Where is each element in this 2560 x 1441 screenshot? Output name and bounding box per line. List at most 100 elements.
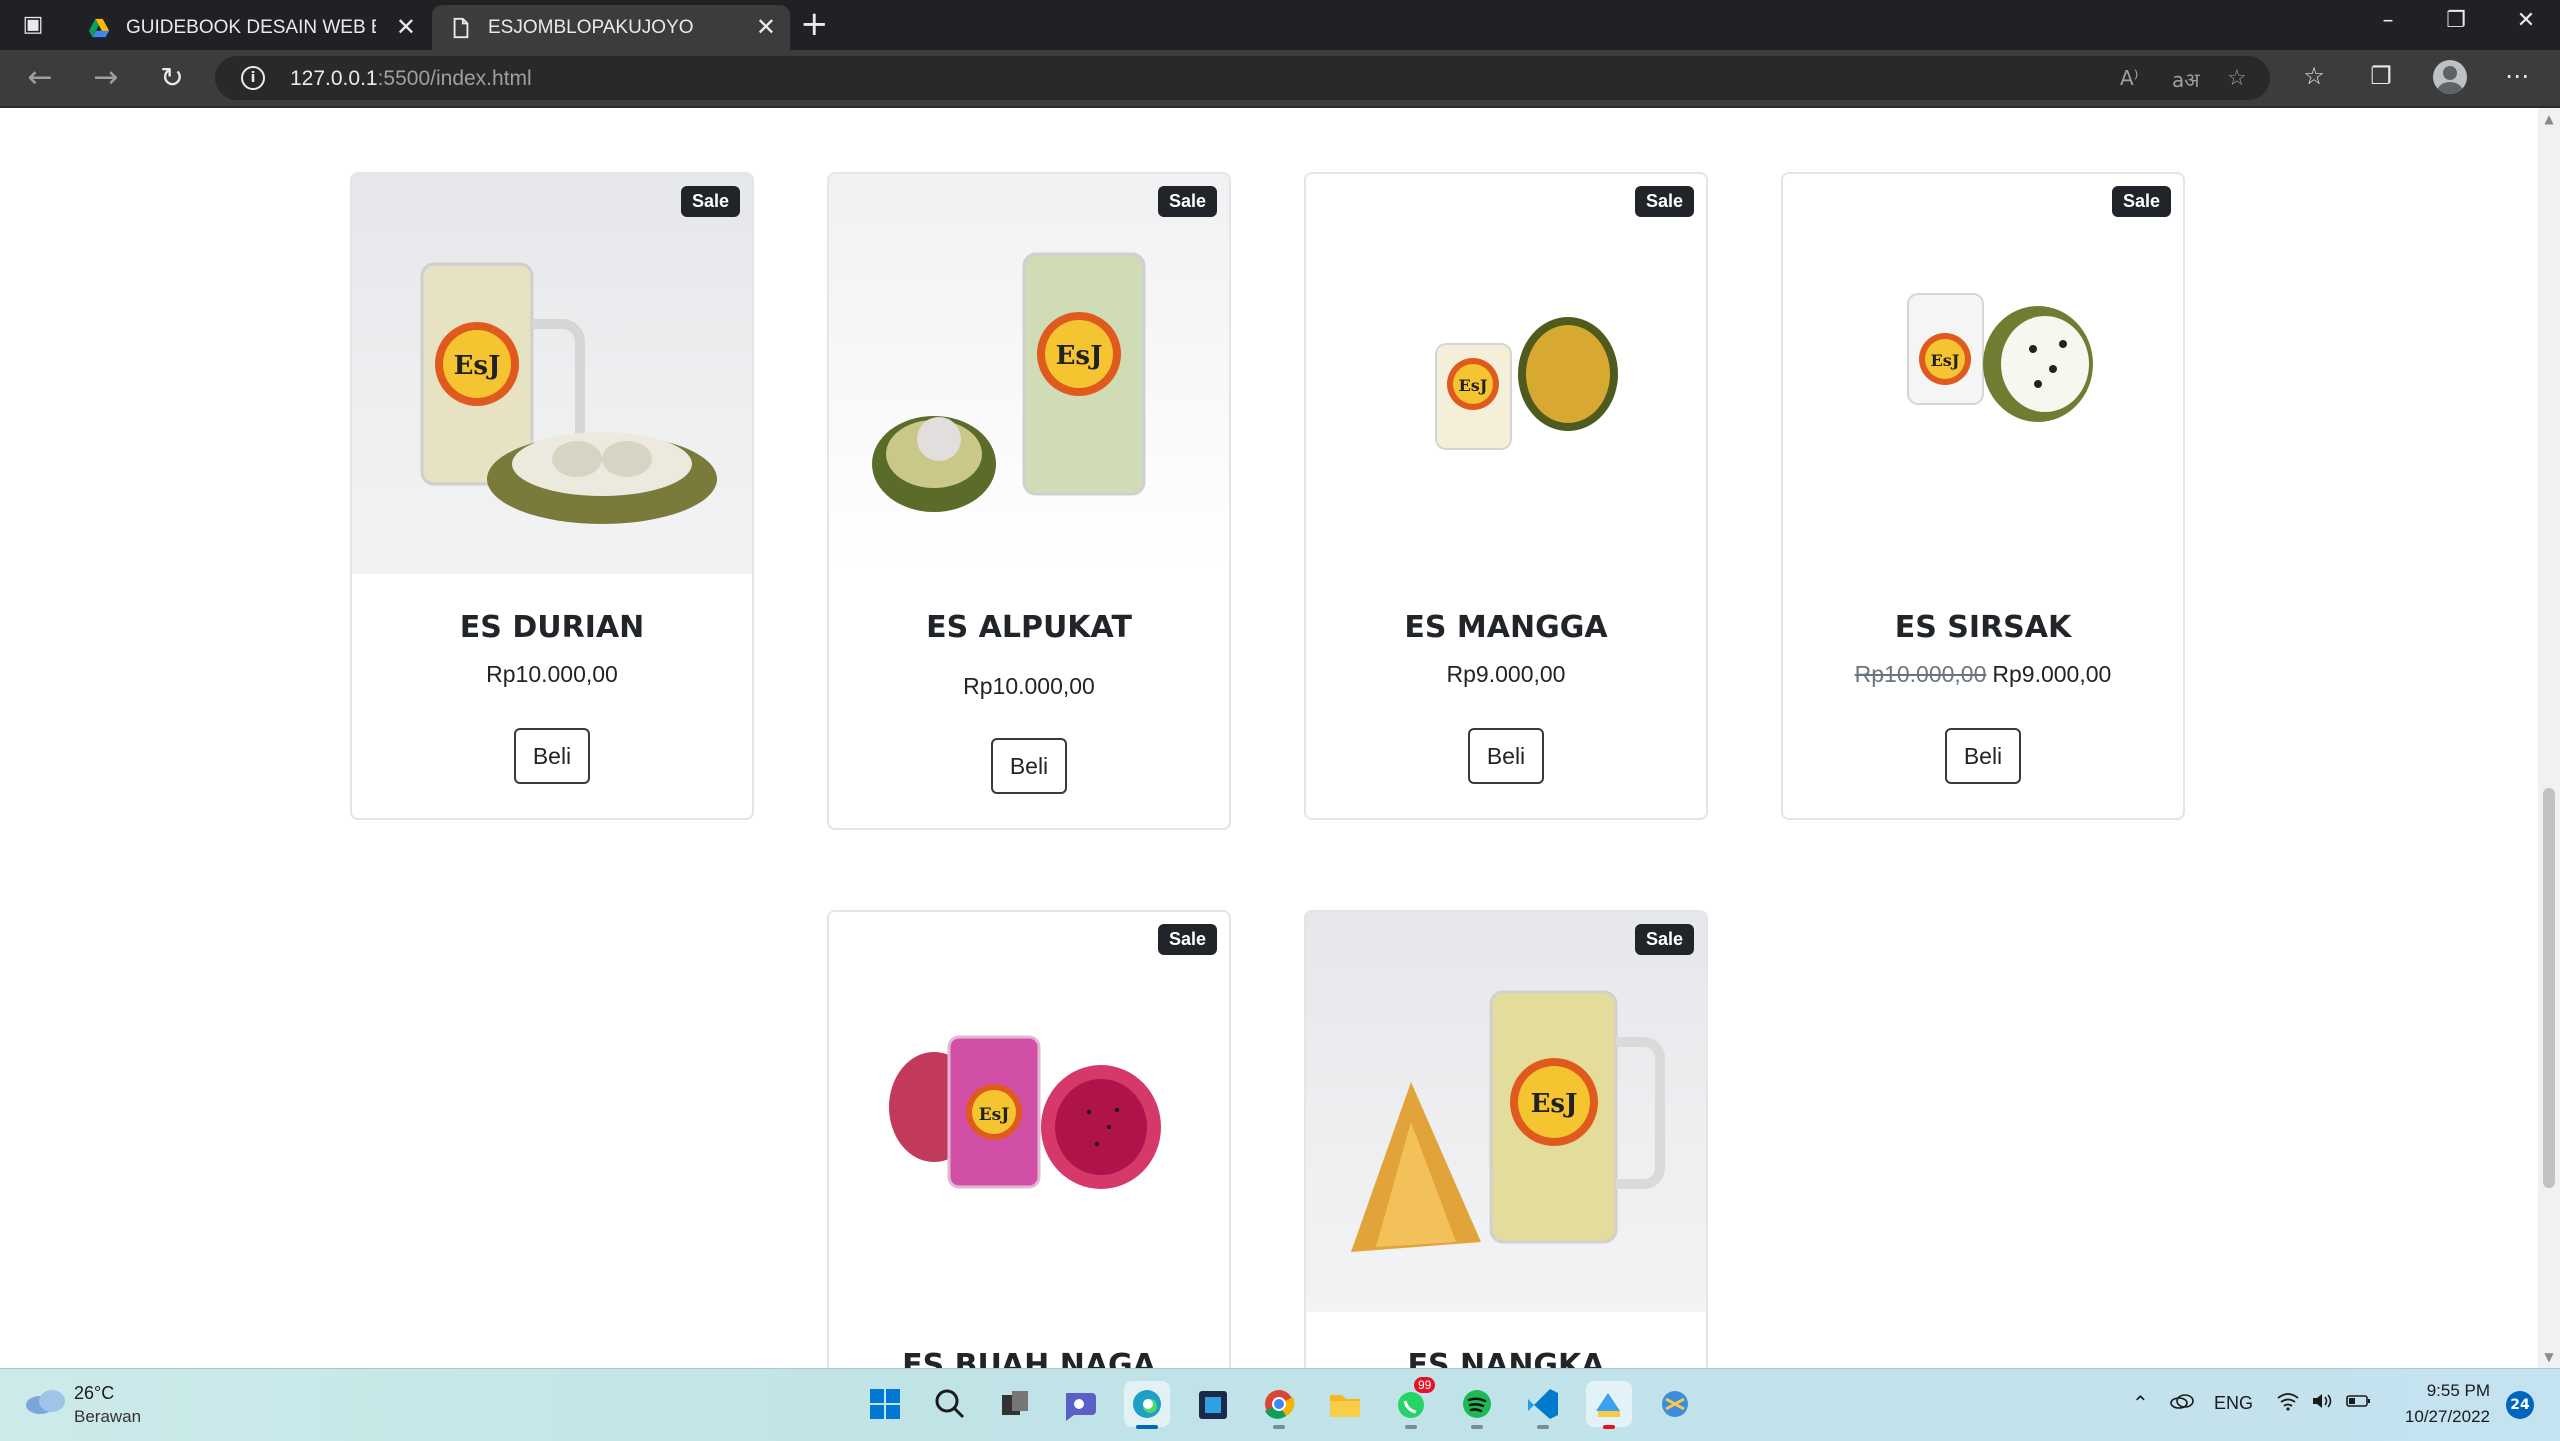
clock-time[interactable]: 9:55 PM (2384, 1381, 2490, 1401)
translate-icon[interactable]: aअ (2172, 66, 2200, 93)
store-icon[interactable] (1190, 1381, 1236, 1427)
durian-drink-illustration: EsJ (420, 262, 717, 524)
brand-logo-text: EsJ (979, 1105, 1010, 1125)
brand-logo-text: EsJ (1459, 376, 1488, 395)
tab-title: GUIDEBOOK DESAIN WEB BYTES (126, 17, 376, 38)
beli-button[interactable]: Beli (991, 738, 1067, 794)
close-tab-icon[interactable]: ✕ (756, 15, 776, 39)
product-price: Rp10.000,00 (963, 673, 1095, 699)
page-scrollbar[interactable]: ▲ ▼ (2538, 108, 2560, 1368)
file-explorer-icon[interactable] (1322, 1381, 1368, 1427)
product-name: ES SIRSAK (1894, 610, 2072, 645)
teams-chat-icon[interactable] (1058, 1381, 1104, 1427)
close-window-icon[interactable]: ✕ (2506, 8, 2546, 33)
spotify-icon[interactable] (1454, 1381, 1500, 1429)
product-card: EsJ Sale ES SIRSAK Rp10.000,00 Rp9.000,00… (1781, 172, 2185, 820)
vscode-icon[interactable] (1520, 1381, 1566, 1429)
mango-drink-image: EsJ Sale (1306, 174, 1706, 574)
snipping-tool-icon[interactable] (1652, 1381, 1698, 1427)
refresh-icon[interactable]: ↻ (154, 60, 190, 96)
beli-button[interactable]: Beli (1468, 728, 1544, 784)
product-price: Rp10.000,00 Rp9.000,00 (1854, 661, 2112, 687)
tab-title: ESJOMBLOPAKUJOYO (488, 17, 694, 38)
sale-badge: Sale (1157, 924, 1217, 955)
onedrive-icon[interactable] (2170, 1393, 2194, 1409)
sale-badge: Sale (1157, 186, 1217, 217)
sale-badge: Sale (1634, 186, 1694, 217)
windows-taskbar: 26°C Berawan 99 ⌃ ENG 9:55 PM 10/27/2022… (0, 1368, 2560, 1441)
back-icon[interactable]: ← (22, 60, 58, 96)
page-viewport: EsJ Sale ES DURIAN Rp10.000,00 Beli EsJ (0, 108, 2538, 1368)
avocado-drink-illustration: EsJ (872, 252, 1146, 512)
product-card: EsJ Sale ES NANGKA (1304, 910, 1708, 1368)
clock-date[interactable]: 10/27/2022 (2384, 1407, 2490, 1427)
jackfruit-drink-illustration: EsJ (1351, 990, 1665, 1252)
cloud-icon (26, 1390, 65, 1414)
jackfruit-drink-image: EsJ Sale (1306, 912, 1706, 1312)
soursop-drink-image: EsJ Sale (1783, 174, 2183, 574)
volume-icon[interactable] (2310, 1391, 2334, 1411)
task-view-icon[interactable] (992, 1381, 1038, 1427)
beli-button[interactable]: Beli (1945, 728, 2021, 784)
tab-guidebook[interactable]: GUIDEBOOK DESAIN WEB BYTES ✕ (70, 5, 430, 50)
show-hidden-icons-icon[interactable]: ⌃ (2132, 1391, 2149, 1416)
add-favorite-icon[interactable]: ☆ (2227, 66, 2247, 91)
old-price: Rp10.000,00 (1854, 661, 1987, 687)
durian-drink-image: EsJ Sale (352, 174, 752, 574)
browser-tab-bar: ▣ GUIDEBOOK DESAIN WEB BYTES ✕ ESJOMBLOP… (0, 0, 2560, 50)
product-name: ES NANGKA (1407, 1348, 1605, 1368)
new-tab-icon[interactable]: + (800, 6, 829, 42)
search-icon[interactable] (927, 1381, 973, 1427)
brand-logo-text: EsJ (1531, 1089, 1578, 1119)
weather-temperature[interactable]: 26°C (74, 1383, 114, 1404)
battery-icon[interactable] (2346, 1393, 2372, 1409)
brand-logo-text: EsJ (1056, 341, 1103, 371)
product-name: ES DURIAN (459, 610, 645, 645)
soursop-drink-illustration: EsJ (1907, 293, 2093, 422)
product-card: EsJ Sale ES DURIAN Rp10.000,00 Beli (350, 172, 754, 820)
tab-actions-icon[interactable]: ▣ (20, 12, 46, 38)
sale-badge: Sale (1634, 924, 1694, 955)
restore-icon[interactable]: ❐ (2436, 8, 2476, 33)
sale-badge: Sale (2111, 186, 2171, 217)
more-menu-icon[interactable]: ⋯ (2500, 62, 2534, 90)
product-name: ES MANGGA (1404, 610, 1608, 645)
google-drive-icon (88, 18, 110, 38)
start-icon[interactable] (862, 1381, 908, 1427)
mango-drink-illustration: EsJ (1435, 317, 1618, 450)
paint-app-icon[interactable] (1586, 1381, 1632, 1429)
product-price: Rp9.000,00 (1446, 661, 1566, 687)
whatsapp-unread-badge: 99 (1414, 1377, 1436, 1393)
whatsapp-icon[interactable]: 99 (1388, 1377, 1436, 1429)
product-card: EsJ Sale ES MANGGA Rp9.000,00 Beli (1304, 172, 1708, 820)
forward-icon[interactable]: → (88, 60, 124, 96)
page-icon (453, 17, 469, 39)
profile-avatar[interactable] (2433, 60, 2467, 94)
weather-description[interactable]: Berawan (74, 1407, 141, 1427)
dragonfruit-drink-image: EsJ Sale (829, 912, 1229, 1312)
site-info-icon[interactable]: i (241, 66, 265, 90)
edge-browser-icon[interactable] (1124, 1381, 1170, 1429)
scroll-up-icon[interactable]: ▲ (2543, 112, 2555, 126)
dragonfruit-drink-illustration: EsJ (889, 1035, 1161, 1189)
avocado-drink-image: EsJ Sale (829, 174, 1229, 574)
tab-esjomblo[interactable]: ESJOMBLOPAKUJOYO ✕ (432, 5, 790, 50)
wifi-icon[interactable] (2276, 1391, 2300, 1411)
close-tab-icon[interactable]: ✕ (396, 15, 416, 39)
chrome-icon[interactable] (1256, 1381, 1302, 1429)
address-bar[interactable]: i 127.0.0.1:5500/index.html A⁾ aअ ☆ (215, 56, 2270, 100)
product-card: EsJ Sale ES BUAH NAGA (827, 910, 1231, 1368)
minimize-icon[interactable]: – (2368, 8, 2408, 33)
url-text[interactable]: 127.0.0.1:5500/index.html (290, 67, 532, 91)
brand-logo-text: EsJ (1931, 351, 1960, 370)
beli-button[interactable]: Beli (514, 728, 590, 784)
scrollbar-thumb[interactable] (2543, 788, 2555, 1188)
notification-badge[interactable]: 24 (2506, 1391, 2534, 1419)
read-aloud-icon[interactable]: A⁾ (2120, 66, 2139, 90)
browser-toolbar: ← → ↻ i 127.0.0.1:5500/index.html A⁾ aअ … (0, 50, 2560, 108)
scroll-down-icon[interactable]: ▼ (2543, 1350, 2555, 1364)
language-indicator[interactable]: ENG (2214, 1393, 2253, 1414)
sale-badge: Sale (680, 186, 740, 217)
collections-icon[interactable]: ❐ (2364, 62, 2398, 90)
favorites-icon[interactable]: ☆ (2297, 62, 2331, 90)
